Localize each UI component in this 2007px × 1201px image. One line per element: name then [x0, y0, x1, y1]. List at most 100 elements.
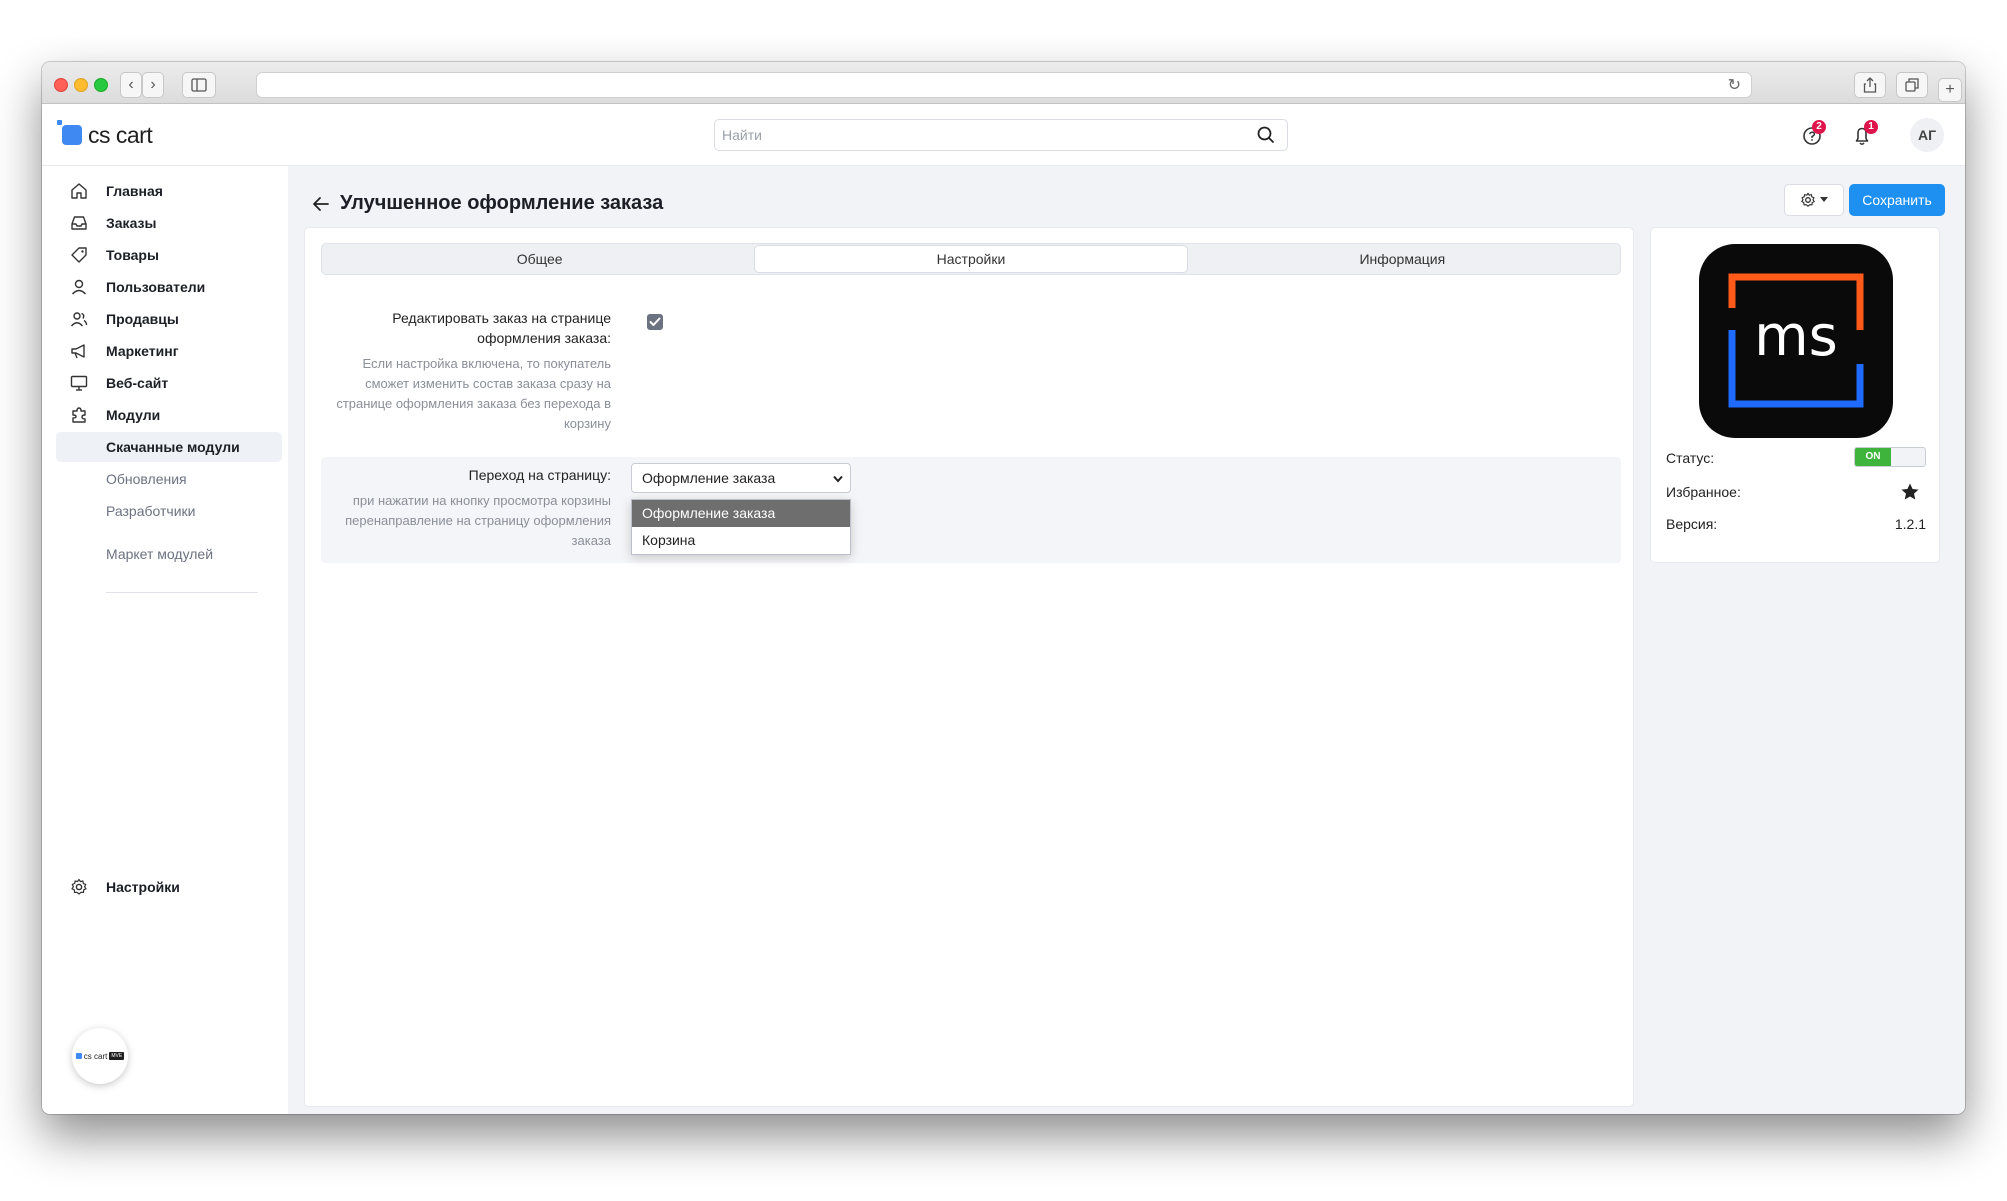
sidebar-item-label: Продавцы: [106, 311, 179, 327]
address-bar[interactable]: ↻: [256, 72, 1752, 98]
addon-info-card: ms Статус: ON Избранное: Версия: 1.2.1: [1650, 227, 1940, 563]
share-icon[interactable]: [1854, 72, 1886, 98]
browser-toolbar: ‹ › ↻ +: [42, 62, 1965, 104]
sidebar-subitem-modules-market[interactable]: Маркет модулей: [56, 539, 282, 569]
search-icon[interactable]: [1257, 126, 1275, 149]
status-row: Статус: ON: [1666, 447, 1926, 472]
sidebar-item-label: Настройки: [106, 879, 180, 895]
dropdown-option-cart[interactable]: Корзина: [632, 527, 850, 554]
app-header: cs cart 2 1 АГ: [42, 104, 1965, 166]
sidebar-item-modules[interactable]: Модули: [56, 400, 282, 430]
cs-cart-logo-mark: [75, 1053, 82, 1059]
addon-logo-text: ms: [1754, 304, 1838, 369]
setting-label: Редактировать заказ на странице оформлен…: [392, 310, 611, 346]
tab-bar: Общее Настройки Информация: [321, 243, 1621, 275]
gear-icon: [1801, 192, 1815, 207]
caret-down-icon: [1820, 197, 1828, 202]
star-icon[interactable]: [1900, 482, 1920, 505]
version-label: Версия:: [1666, 516, 1718, 532]
version-row: Версия: 1.2.1: [1666, 516, 1926, 538]
checkmark-icon: [649, 317, 661, 326]
edit-order-checkbox[interactable]: [647, 314, 663, 330]
search-input[interactable]: [715, 120, 1287, 150]
cs-cart-mve-badge[interactable]: cs cart MVE: [72, 1028, 128, 1084]
bottom-logo-text: cs cart: [83, 1051, 108, 1061]
help-button[interactable]: 2: [1798, 118, 1830, 150]
settings-panel: Общее Настройки Информация Редактировать…: [304, 227, 1634, 1107]
select-value: Оформление заказа: [642, 470, 776, 486]
notifications-badge: 1: [1864, 120, 1878, 134]
inbox-icon: [68, 212, 90, 234]
dropdown-option-checkout[interactable]: Оформление заказа: [632, 500, 850, 527]
sidebar-item-orders[interactable]: Заказы: [56, 208, 282, 238]
sidebar-divider: [106, 592, 258, 593]
tabs-overview-icon[interactable]: [1896, 72, 1928, 98]
monitor-icon: [68, 372, 90, 394]
reload-icon[interactable]: ↻: [1728, 75, 1741, 95]
addon-logo: ms: [1699, 244, 1893, 438]
redirect-page-dropdown: Оформление заказа Корзина: [631, 499, 851, 555]
minimize-window-button[interactable]: [74, 78, 88, 92]
setting-description: Если настройка включена, то покупатель с…: [336, 356, 611, 431]
user-avatar[interactable]: АГ: [1910, 118, 1944, 152]
version-value: 1.2.1: [1894, 516, 1926, 532]
setting-description: при нажатии на кнопку просмотра корзины …: [345, 493, 611, 548]
chevron-down-icon: [833, 465, 843, 493]
favorite-label: Избранное:: [1666, 484, 1741, 500]
settings-dropdown-button[interactable]: [1784, 184, 1844, 216]
setting-label: Переход на страницу:: [468, 467, 611, 483]
sidebar-item-settings[interactable]: Настройки: [56, 872, 282, 902]
sidebar-item-vendors[interactable]: Продавцы: [56, 304, 282, 334]
sidebar-item-website[interactable]: Веб-сайт: [56, 368, 282, 398]
sidebar-item-label: Заказы: [106, 215, 157, 231]
home-icon: [68, 180, 90, 202]
browser-window: ‹ › ↻ + cs cart 2: [42, 62, 1965, 1114]
sidebar-item-label: Веб-сайт: [106, 375, 169, 391]
sidebar-toggle-icon[interactable]: [182, 72, 216, 98]
notifications-button[interactable]: 1: [1848, 118, 1880, 150]
close-window-button[interactable]: [54, 78, 68, 92]
status-toggle[interactable]: ON: [1854, 447, 1926, 467]
tab-general[interactable]: Общее: [324, 246, 755, 272]
setting-redirect: Переход на страницу: при нажатии на кноп…: [321, 457, 1621, 563]
logo-text: cs cart: [88, 121, 153, 148]
ms-logo-icon: ms: [1728, 273, 1864, 408]
sidebar: Главная Заказы Товары Пользователи Прода…: [42, 166, 288, 1114]
gear-icon: [68, 876, 90, 898]
sidebar-subitem-developers[interactable]: Разработчики: [56, 496, 282, 526]
help-badge: 2: [1812, 120, 1826, 134]
sidebar-item-label: Товары: [106, 247, 159, 263]
status-on-label: ON: [1855, 448, 1891, 466]
puzzle-icon: [68, 404, 90, 426]
cs-cart-logo[interactable]: cs cart: [57, 120, 153, 148]
page-title: Улучшенное оформление заказа: [340, 192, 664, 214]
search-box: [714, 119, 1288, 151]
sidebar-item-label: Модули: [106, 407, 161, 423]
sidebar-item-label: Пользователи: [106, 279, 206, 295]
back-arrow-icon[interactable]: [312, 196, 330, 217]
redirect-page-select[interactable]: Оформление заказа: [631, 463, 851, 493]
back-nav-icon[interactable]: ‹: [120, 72, 142, 98]
new-tab-icon[interactable]: +: [1938, 78, 1962, 102]
tab-settings[interactable]: Настройки: [755, 246, 1187, 272]
main-content: Улучшенное оформление заказа Сохранить О…: [288, 166, 1965, 1114]
sidebar-item-home[interactable]: Главная: [56, 176, 282, 206]
sidebar-subitem-downloaded-modules[interactable]: Скачанные модули: [56, 432, 282, 462]
bottom-logo-tag: MVE: [109, 1052, 125, 1060]
forward-nav-icon[interactable]: ›: [142, 72, 164, 98]
sidebar-item-label: Маркетинг: [106, 343, 179, 359]
tab-information[interactable]: Информация: [1187, 246, 1618, 272]
sidebar-item-products[interactable]: Товары: [56, 240, 282, 270]
sidebar-item-users[interactable]: Пользователи: [56, 272, 282, 302]
users-icon: [68, 308, 90, 330]
tag-icon: [68, 244, 90, 266]
save-button[interactable]: Сохранить: [1849, 184, 1945, 216]
sidebar-item-label: Главная: [106, 183, 163, 199]
user-icon: [68, 276, 90, 298]
sidebar-subitem-updates[interactable]: Обновления: [56, 464, 282, 494]
maximize-window-button[interactable]: [94, 78, 108, 92]
sidebar-item-marketing[interactable]: Маркетинг: [56, 336, 282, 366]
favorite-row: Избранное:: [1666, 482, 1926, 506]
cs-cart-logo-mark: [57, 120, 82, 145]
megaphone-icon: [68, 340, 90, 362]
